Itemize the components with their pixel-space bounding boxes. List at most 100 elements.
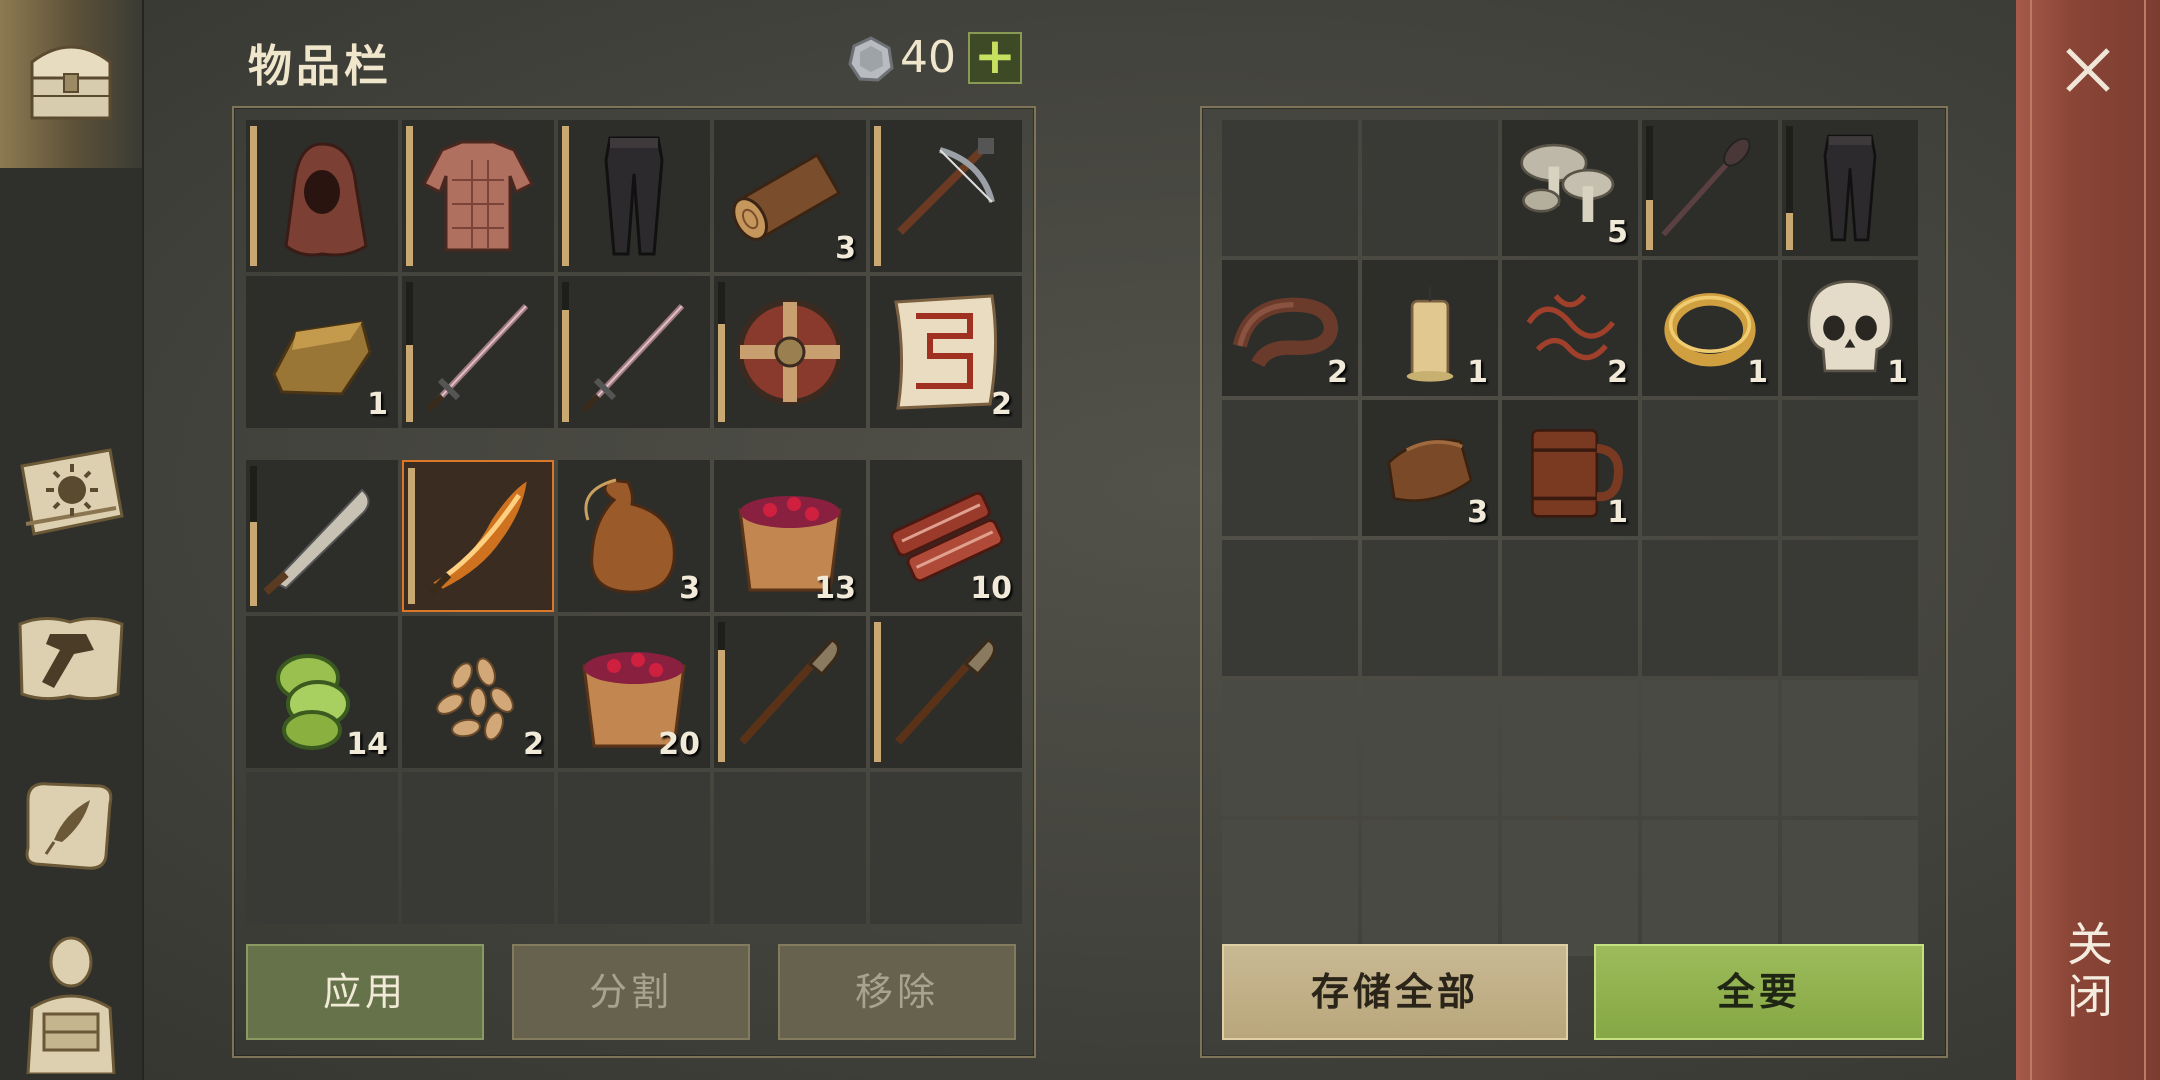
item-quantity: 2 <box>1327 355 1348 390</box>
item-slot[interactable] <box>246 120 398 272</box>
item-slot[interactable]: 1 <box>1642 260 1778 396</box>
item-slot[interactable] <box>558 120 710 272</box>
item-slot[interactable] <box>714 616 866 768</box>
empty-slot[interactable] <box>1502 540 1638 676</box>
item-slot[interactable] <box>402 276 554 428</box>
empty-slot[interactable] <box>714 772 866 924</box>
character-icon[interactable] <box>14 924 128 1074</box>
empty-slot[interactable] <box>1222 680 1358 816</box>
empty-slot[interactable] <box>1642 820 1778 956</box>
pants-icon <box>604 136 664 256</box>
empty-slot[interactable] <box>246 772 398 924</box>
item-slot[interactable]: 2 <box>870 276 1022 428</box>
durability-bar <box>874 622 881 762</box>
durability-fill <box>408 468 415 604</box>
item-slot[interactable]: 20 <box>558 616 710 768</box>
item-slot[interactable]: 3 <box>714 120 866 272</box>
item-slot[interactable]: 13 <box>714 460 866 612</box>
empty-slot[interactable] <box>1642 400 1778 536</box>
mace-spear-icon <box>1661 137 1751 237</box>
apply-button[interactable]: 应用 <box>246 944 484 1040</box>
empty-slot[interactable] <box>1642 540 1778 676</box>
item-slot[interactable] <box>1642 120 1778 256</box>
durability-bar <box>408 468 415 604</box>
item-slot[interactable]: 5 <box>1502 120 1638 256</box>
durability-fill <box>1786 212 1793 250</box>
round-shield-icon <box>737 299 843 405</box>
currency-count: 40 <box>900 32 956 83</box>
empty-slot[interactable] <box>1782 820 1918 956</box>
durability-fill <box>406 126 413 266</box>
empty-slot[interactable] <box>558 772 710 924</box>
empty-slot[interactable] <box>1782 400 1918 536</box>
quest-scroll-icon[interactable] <box>14 770 128 880</box>
item-slot[interactable] <box>870 120 1022 272</box>
empty-slot[interactable] <box>870 772 1022 924</box>
add-currency-button[interactable]: + <box>968 31 1022 84</box>
durability-bar <box>406 282 413 422</box>
empty-slot[interactable] <box>1642 680 1778 816</box>
item-slot[interactable] <box>1782 120 1918 256</box>
durability-fill <box>874 622 881 762</box>
empty-slot[interactable] <box>1222 540 1358 676</box>
durability-fill <box>1646 200 1653 250</box>
remove-button[interactable]: 移除 <box>778 944 1016 1040</box>
item-slot[interactable]: 14 <box>246 616 398 768</box>
hood-icon <box>284 142 368 257</box>
bag-grid: 3 13 10 14 2 20 <box>246 460 1022 924</box>
item-slot[interactable] <box>402 460 554 612</box>
split-button[interactable]: 分割 <box>512 944 750 1040</box>
crafting-hammer-icon[interactable] <box>14 604 128 714</box>
item-slot[interactable]: 2 <box>1222 260 1358 396</box>
torch-icon <box>739 638 840 745</box>
item-quantity: 3 <box>1467 495 1488 530</box>
item-quantity: 14 <box>346 727 388 762</box>
empty-slot[interactable] <box>1502 820 1638 956</box>
item-slot[interactable]: 3 <box>558 460 710 612</box>
item-slot[interactable] <box>714 276 866 428</box>
store-all-button[interactable]: 存储全部 <box>1222 944 1568 1040</box>
item-quantity: 2 <box>991 387 1012 422</box>
item-slot[interactable]: 1 <box>1362 260 1498 396</box>
chest-icon[interactable] <box>14 22 128 132</box>
sword-icon <box>425 303 529 413</box>
item-slot[interactable] <box>246 460 398 612</box>
item-slot[interactable]: 2 <box>1502 260 1638 396</box>
item-slot[interactable] <box>870 616 1022 768</box>
empty-slot[interactable] <box>1362 540 1498 676</box>
item-quantity: 1 <box>1887 355 1908 390</box>
close-panel-border <box>2030 0 2146 1080</box>
durability-fill <box>874 126 881 266</box>
torch-icon <box>895 638 996 745</box>
item-slot[interactable] <box>558 276 710 428</box>
padded-tunic-icon <box>421 140 535 252</box>
empty-slot[interactable] <box>1222 400 1358 536</box>
item-slot[interactable]: 1 <box>246 276 398 428</box>
durability-bar <box>250 126 257 266</box>
empty-slot[interactable] <box>1782 540 1918 676</box>
durability-bar <box>1646 126 1653 250</box>
empty-slot[interactable] <box>1222 820 1358 956</box>
equipment-grid: 3 1 2 <box>246 120 1022 428</box>
close-label[interactable]: 关闭 <box>2060 920 2120 1024</box>
close-icon[interactable] <box>2062 44 2114 96</box>
item-slot[interactable]: 2 <box>402 616 554 768</box>
empty-slot[interactable] <box>402 772 554 924</box>
item-slot[interactable]: 3 <box>1362 400 1498 536</box>
flaming-sword-icon <box>428 481 527 595</box>
empty-slot[interactable] <box>1782 680 1918 816</box>
empty-slot[interactable] <box>1502 680 1638 816</box>
item-quantity: 13 <box>814 571 856 606</box>
item-slot[interactable] <box>402 120 554 272</box>
item-slot[interactable]: 1 <box>1502 400 1638 536</box>
empty-slot[interactable] <box>1222 120 1358 256</box>
empty-slot[interactable] <box>1362 680 1498 816</box>
empty-slot[interactable] <box>1362 120 1498 256</box>
sun-book-icon[interactable] <box>14 436 128 546</box>
silver-coin-icon <box>848 36 894 82</box>
durability-bar <box>250 466 257 606</box>
empty-slot[interactable] <box>1362 820 1498 956</box>
item-slot[interactable]: 1 <box>1782 260 1918 396</box>
take-all-button[interactable]: 全要 <box>1594 944 1924 1040</box>
item-slot[interactable]: 10 <box>870 460 1022 612</box>
